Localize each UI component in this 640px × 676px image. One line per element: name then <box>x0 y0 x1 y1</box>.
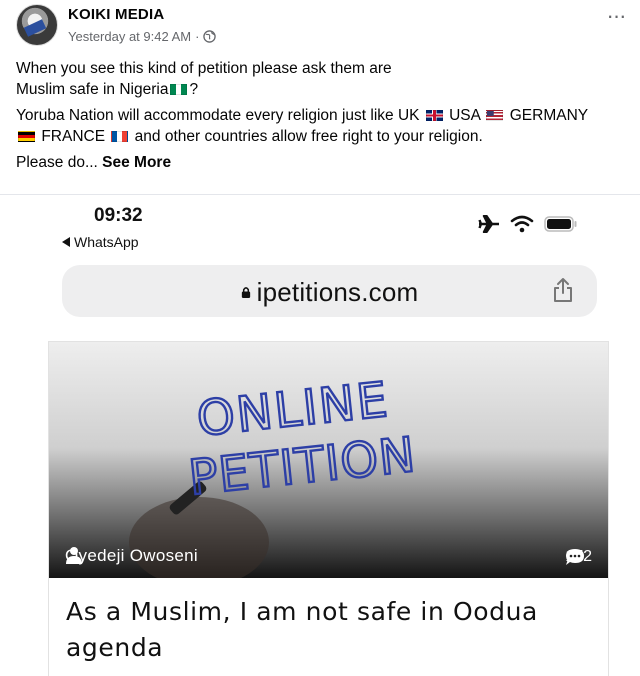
status-time: 09:32 <box>94 205 143 226</box>
petition-card[interactable]: ONLINE PETITION Oyedeji Owoseni 172 As a… <box>48 341 609 676</box>
post-p2-part2: and other countries allow free right to … <box>134 128 483 145</box>
post-paragraph-1: When you see this kind of petition pleas… <box>16 58 631 100</box>
nigeria-flag-icon <box>170 84 188 95</box>
post-line-1: When you see this kind of petition pleas… <box>16 60 392 77</box>
petition-title[interactable]: As a Muslim, I am not safe in Oodua agen… <box>66 594 586 666</box>
url-text-wrap: ipetitions.com <box>62 277 597 308</box>
germany-flag-icon <box>18 131 35 142</box>
page-name-link[interactable]: KOIKI MEDIA <box>68 6 164 23</box>
post-paragraph-3: Please do... See More <box>16 152 631 173</box>
back-app-label: WhatsApp <box>74 234 139 250</box>
post-meta: Yesterday at 9:42 AM · <box>68 29 217 44</box>
post-line-2-end: ? <box>189 81 199 98</box>
see-more-link[interactable]: See More <box>102 154 171 171</box>
more-options-icon[interactable]: ··· <box>604 5 628 30</box>
battery-icon <box>544 216 577 232</box>
status-icons <box>478 215 578 233</box>
post-p2-france: FRANCE <box>41 128 106 145</box>
france-flag-icon <box>111 131 129 142</box>
wifi-icon <box>510 215 534 233</box>
post-line-2: Muslim safe in Nigeria <box>16 81 169 98</box>
back-arrow-icon <box>62 237 70 247</box>
lock-icon <box>241 287 250 298</box>
petition-author[interactable]: Oyedeji Owoseni <box>65 546 198 566</box>
comment-count[interactable]: 172 <box>565 548 592 566</box>
meta-separator: · <box>195 29 200 44</box>
back-to-whatsapp: WhatsApp <box>62 234 139 250</box>
post-p2-germany: GERMANY <box>509 107 589 124</box>
post-image-phone-screenshot[interactable]: 09:32 WhatsApp ipetitions.com ONLINE PET… <box>0 194 640 676</box>
post-timestamp[interactable]: Yesterday at 9:42 AM <box>68 29 191 44</box>
browser-url-bar[interactable]: ipetitions.com <box>62 265 597 317</box>
author-name: Oyedeji Owoseni <box>65 546 199 565</box>
post-p3: Please do... <box>16 154 98 171</box>
post-header: KOIKI MEDIA Yesterday at 9:42 AM · ··· <box>0 0 640 52</box>
online-petition-illustration: ONLINE PETITION <box>129 371 420 578</box>
share-icon[interactable] <box>551 277 575 303</box>
airplane-icon <box>478 215 499 233</box>
uk-flag-icon <box>425 110 443 121</box>
post-p2-part1: Yoruba Nation will accommodate every rel… <box>16 107 420 124</box>
page-avatar[interactable] <box>16 4 58 46</box>
post-paragraph-2: Yoruba Nation will accommodate every rel… <box>16 105 631 147</box>
user-icon <box>66 547 82 564</box>
post-text: When you see this kind of petition pleas… <box>16 58 631 181</box>
usa-flag-icon <box>486 110 504 121</box>
comment-bubble-icon <box>566 549 585 565</box>
globe-icon <box>203 30 217 43</box>
url-text: ipetitions.com <box>256 277 419 307</box>
post-p2-usa: USA <box>449 107 481 124</box>
petition-image[interactable]: ONLINE PETITION Oyedeji Owoseni 172 <box>49 342 608 578</box>
